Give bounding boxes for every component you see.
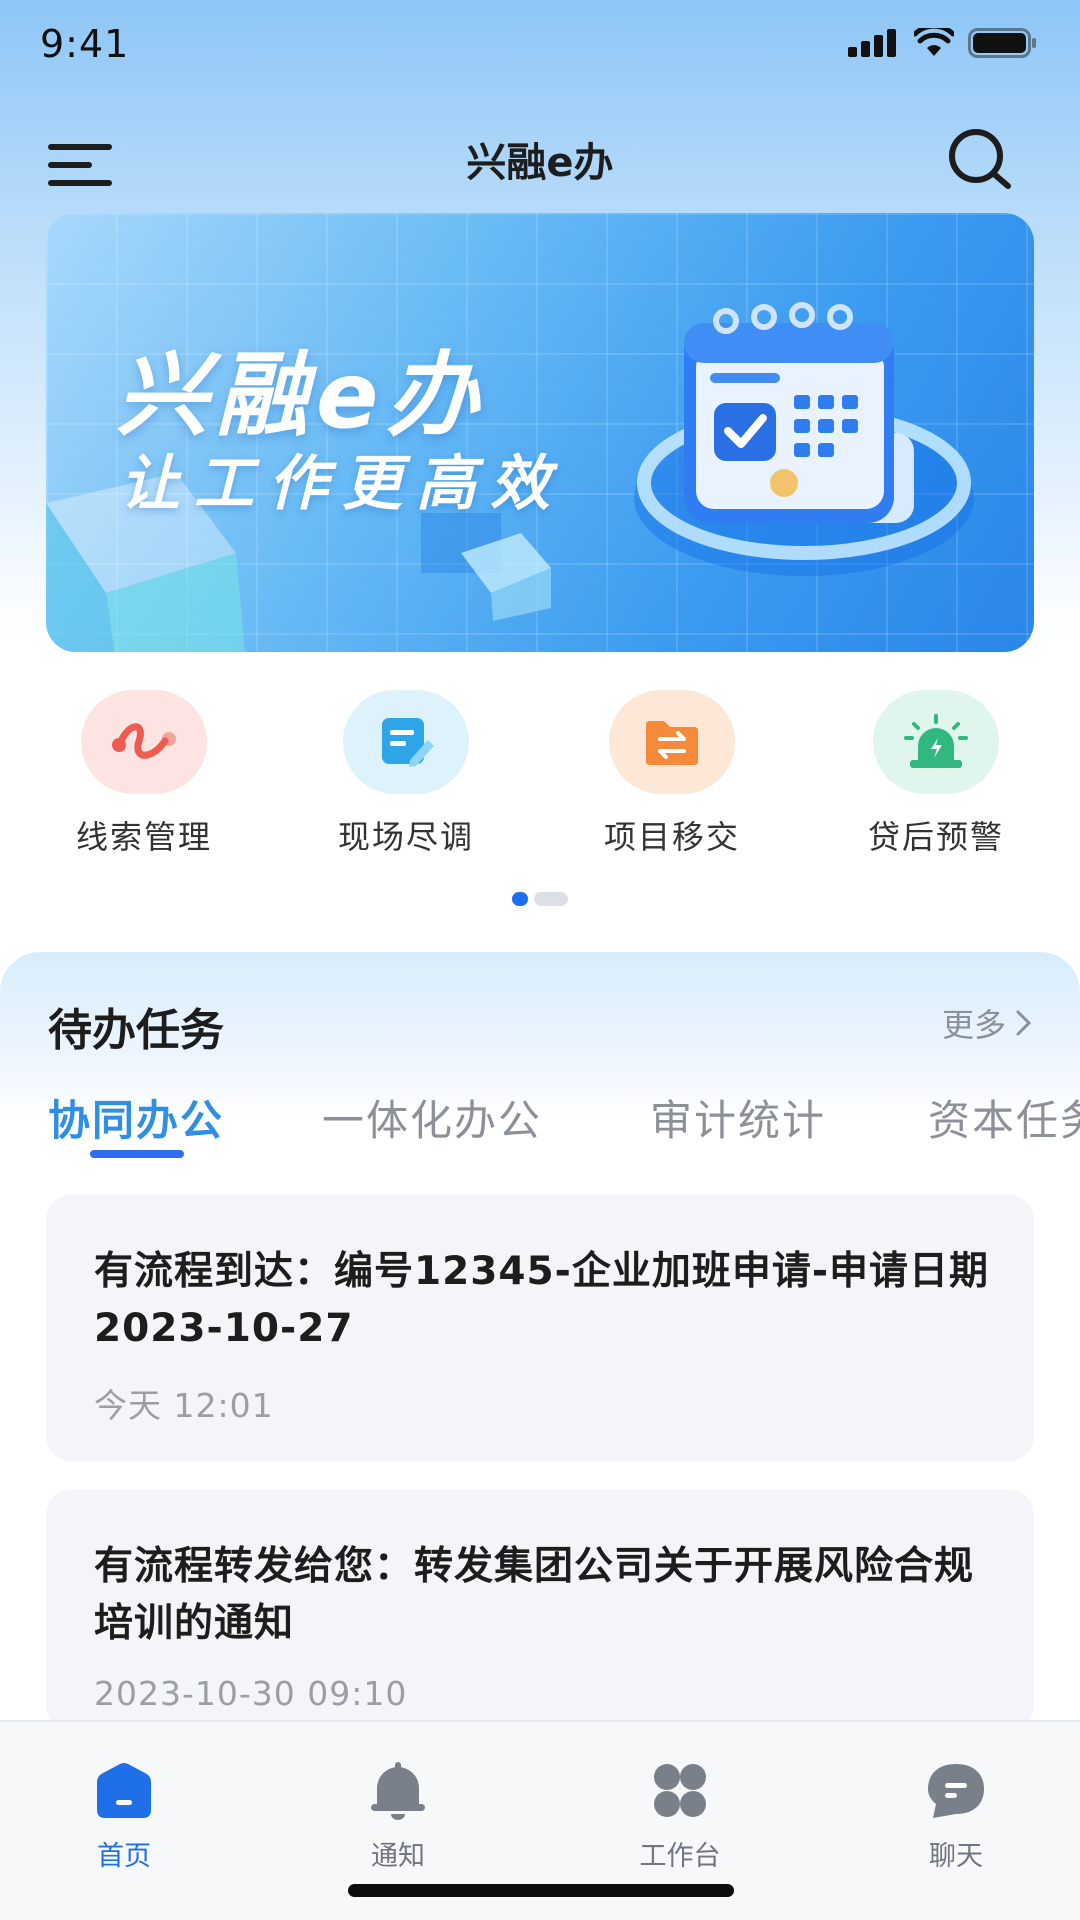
nav-label: 首页 xyxy=(97,1841,151,1872)
task-card[interactable]: 有流程到达：编号12345-企业加班申请-申请日期2023-10-27 今天 1… xyxy=(46,1195,1034,1461)
task-card-time: 今天 12:01 xyxy=(94,1386,274,1425)
nav-item-workbench[interactable]: 工作台 xyxy=(610,1760,750,1873)
status-time: 9:41 xyxy=(40,22,130,66)
tab-audit-statistics[interactable]: 审计统计 xyxy=(650,1087,826,1148)
survey-edit-icon xyxy=(382,718,434,767)
tab-active-indicator xyxy=(90,1150,184,1158)
tab-collaborative-office[interactable]: 协同办公 xyxy=(48,1087,224,1148)
quick-icon-bg xyxy=(609,690,735,794)
nav-label: 聊天 xyxy=(929,1841,983,1872)
nav-label: 通知 xyxy=(371,1841,425,1872)
banner-pager xyxy=(512,892,568,906)
chat-icon xyxy=(928,1764,984,1818)
tasks-title: 待办任务 xyxy=(48,1005,224,1056)
task-card[interactable]: 有流程转发给您：转发集团公司关于开展风险合规培训的通知 2023-10-30 0… xyxy=(46,1490,1034,1730)
quick-label: 现场尽调 xyxy=(337,818,474,856)
quick-label: 项目移交 xyxy=(603,818,740,856)
home-indicator xyxy=(348,1884,734,1897)
banner-subtitle: 让工作更高效 xyxy=(120,449,564,519)
nav-item-notifications[interactable]: 通知 xyxy=(328,1760,468,1873)
task-card-time: 2023-10-30 09:10 xyxy=(94,1674,408,1713)
workbench-icon xyxy=(654,1764,706,1817)
status-bar: 9:41 xyxy=(0,0,1080,90)
alarm-icon xyxy=(904,714,968,768)
home-icon xyxy=(97,1763,151,1818)
app-title: 兴融e办 xyxy=(466,140,614,186)
battery-icon xyxy=(968,28,1036,58)
quick-item-onsite-survey[interactable]: 现场尽调 xyxy=(306,690,506,858)
wifi-icon xyxy=(914,28,954,56)
quick-label: 线索管理 xyxy=(75,818,212,856)
chevron-right-icon xyxy=(1016,1010,1032,1036)
quick-icon-bg xyxy=(343,690,469,794)
calendar-illustration xyxy=(634,302,974,576)
task-card-text: 有流程转发给您：转发集团公司关于开展风险合规培训的通知 xyxy=(94,1544,975,1646)
nav-label: 工作台 xyxy=(639,1841,721,1872)
tab-integrated-office[interactable]: 一体化办公 xyxy=(322,1087,542,1148)
nav-item-chat[interactable]: 聊天 xyxy=(886,1760,1026,1873)
quick-item-post-loan-warning[interactable]: 贷后预警 xyxy=(836,690,1036,858)
banner-small-cube-decoration xyxy=(421,513,551,621)
task-tabs: 协同办公 一体化办公 审计统计 资本任务 xyxy=(48,1087,1080,1167)
tab-capital-tasks[interactable]: 资本任务 xyxy=(928,1087,1080,1148)
quick-item-project-transfer[interactable]: 项目移交 xyxy=(572,690,772,858)
app-header: 兴融e办 xyxy=(0,110,1080,200)
quick-label: 贷后预警 xyxy=(867,818,1004,856)
quick-item-clue-management[interactable]: 线索管理 xyxy=(44,690,244,858)
nav-item-home[interactable]: 首页 xyxy=(54,1760,194,1873)
pager-dot-active[interactable] xyxy=(512,892,528,906)
promo-banner[interactable]: 兴融e办 让工作更高效 xyxy=(46,213,1034,652)
folder-transfer-icon xyxy=(646,721,698,765)
quick-icon-bg xyxy=(81,690,207,794)
more-link[interactable]: 更多 xyxy=(942,1000,1034,1046)
task-card-text: 有流程到达：编号12345-企业加班申请-申请日期2023-10-27 xyxy=(94,1249,990,1351)
more-label: 更多 xyxy=(941,1006,1006,1044)
quick-menu: 线索管理 现场尽调 项目移交 贷后预警 xyxy=(0,690,1080,860)
search-icon[interactable] xyxy=(944,122,1016,194)
bell-icon xyxy=(371,1762,425,1820)
clue-icon xyxy=(112,723,176,759)
pager-dot[interactable] xyxy=(534,892,568,906)
status-icons xyxy=(848,28,1038,58)
signal-icon xyxy=(848,29,896,57)
quick-icon-bg xyxy=(873,690,999,794)
